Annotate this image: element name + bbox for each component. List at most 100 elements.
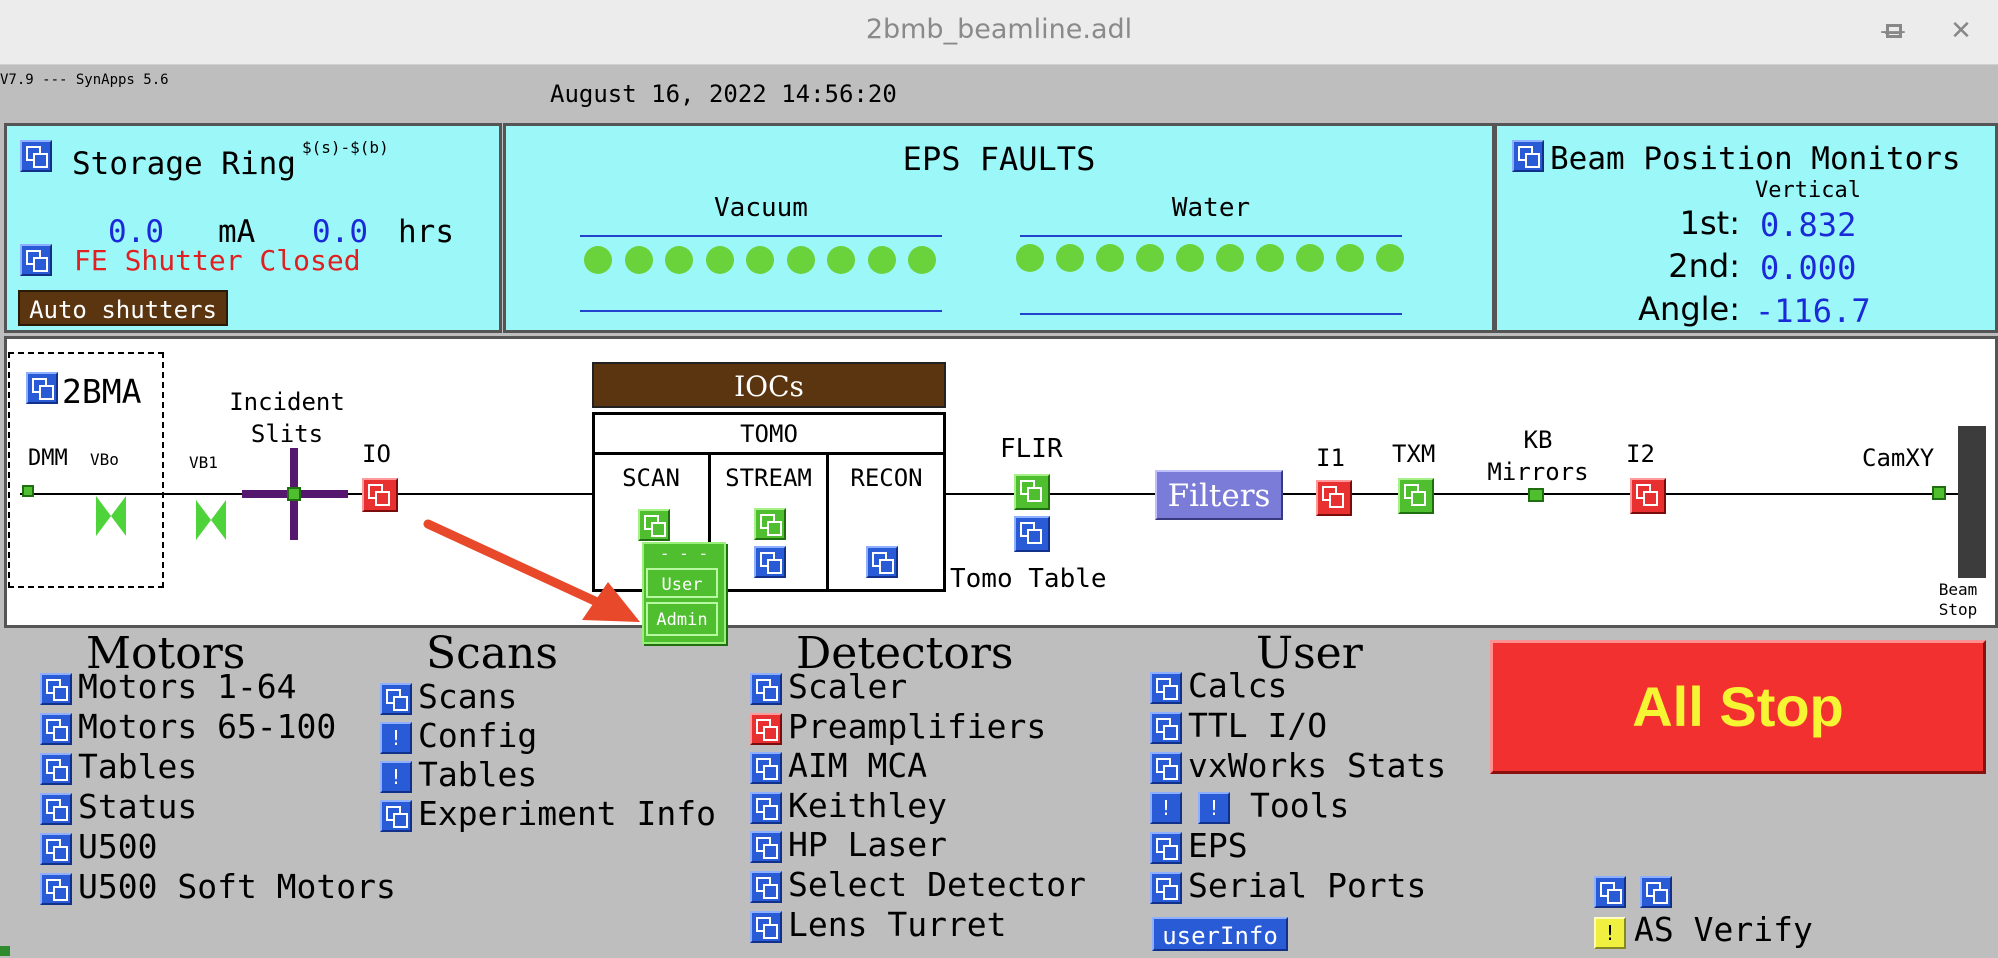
select-detector-related-display-icon[interactable] <box>750 871 782 903</box>
scaler-related-display-icon[interactable] <box>750 673 782 705</box>
vacuum-bottom-line <box>580 310 942 312</box>
scans-header: Scans <box>426 628 558 679</box>
vb1-label: VB1 <box>189 453 218 472</box>
popup-item-admin[interactable]: Admin <box>646 602 718 636</box>
station-2bma-related-display-icon[interactable] <box>26 372 58 404</box>
as-related-display-icon-2[interactable] <box>1640 876 1672 908</box>
beam-stop-line2: Stop <box>1938 600 1978 619</box>
dmm-device[interactable] <box>22 485 34 497</box>
experiment-info-related-display-icon[interactable] <box>380 800 412 832</box>
detectors-menu-item-keithley[interactable]: Keithley <box>788 786 947 825</box>
water-status-led <box>1016 244 1044 272</box>
motors-menu-item-status[interactable]: Status <box>78 787 197 826</box>
iocs-header[interactable]: IOCs <box>592 362 946 408</box>
motors-menu-item-motors-1-64[interactable]: Motors 1-64 <box>78 667 297 706</box>
vb0-valve-icon[interactable] <box>96 496 126 536</box>
tomo-table-related-display-icon[interactable] <box>1014 516 1050 552</box>
window-maximize-icon[interactable] <box>1886 24 1902 38</box>
motors-menu-item-motors-65-100[interactable]: Motors 65-100 <box>78 707 336 746</box>
popup-item-user[interactable]: User <box>646 568 718 598</box>
slits-center[interactable] <box>287 487 301 501</box>
motors-menu-item-tables[interactable]: Tables <box>78 747 197 786</box>
vacuum-status-led <box>786 246 815 274</box>
bpm-value-2nd: 0.000 <box>1760 249 1857 287</box>
kb-mirrors-device[interactable] <box>1528 488 1544 502</box>
vacuum-status-led <box>584 246 612 274</box>
user-menu-item-vxworks-stats[interactable]: vxWorks Stats <box>1188 746 1446 785</box>
motors-menu-item-u500[interactable]: U500 <box>78 827 157 866</box>
scan-label: SCAN <box>622 464 680 492</box>
detectors-menu-item-hp-laser[interactable]: HP Laser <box>788 825 947 864</box>
userinfo-button[interactable]: userInfo <box>1152 917 1288 951</box>
bpm-label-2nd: 2nd: <box>1668 247 1740 285</box>
detectors-menu-item-aim-mca[interactable]: AIM MCA <box>788 746 927 785</box>
serial-ports-related-display-icon[interactable] <box>1150 872 1182 904</box>
beam-stop-block <box>1958 426 1986 578</box>
keithley-related-display-icon[interactable] <box>750 792 782 824</box>
motors-65-100-related-display-icon[interactable] <box>40 713 72 745</box>
i2-label: I2 <box>1626 440 1655 468</box>
eps-vacuum-label: Vacuum <box>714 193 808 223</box>
detectors-menu-item-select-detector[interactable]: Select Detector <box>788 865 1086 904</box>
version-label: V7.9 --- SynApps 5.6 <box>0 72 169 88</box>
filters-button[interactable]: Filters <box>1155 470 1283 520</box>
lens-turret-related-display-icon[interactable] <box>750 911 782 943</box>
water-status-led <box>1216 244 1244 272</box>
storage-ring-related-display-icon[interactable] <box>20 140 52 172</box>
window-close-icon[interactable]: ✕ <box>1944 14 1978 48</box>
all-stop-button[interactable]: All Stop <box>1490 640 1986 774</box>
detectors-menu-item-scaler[interactable]: Scaler <box>788 667 907 706</box>
storage-ring-title: Storage Ring <box>72 146 296 182</box>
flir-label: FLIR <box>1000 434 1063 464</box>
eps-related-display-icon[interactable] <box>1150 832 1182 864</box>
vb1-valve-icon[interactable] <box>196 500 226 540</box>
motors-menu-item-u500-soft-motors[interactable]: U500 Soft Motors <box>78 867 396 906</box>
bpm-related-display-icon[interactable] <box>1512 140 1544 172</box>
i0-related-display-icon[interactable] <box>362 478 398 512</box>
ttl-i-o-related-display-icon[interactable] <box>1150 712 1182 744</box>
as-verify-shell-command-icon[interactable]: ! <box>1594 917 1626 949</box>
stream-ioc-blue-related-display-icon[interactable] <box>754 546 786 578</box>
aim-mca-related-display-icon[interactable] <box>750 752 782 784</box>
motors-1-64-related-display-icon[interactable] <box>40 673 72 705</box>
flir-related-display-icon[interactable] <box>1014 474 1050 510</box>
user-menu-item-eps[interactable]: EPS <box>1188 826 1248 865</box>
user-menu-item-tools[interactable]: Tools <box>1250 786 1349 825</box>
hp-laser-related-display-icon[interactable] <box>750 831 782 863</box>
as-related-display-icon-1[interactable] <box>1594 876 1626 908</box>
scans-menu-item-config[interactable]: Config <box>418 716 537 755</box>
kb-mirrors-line2: Mirrors <box>1487 458 1589 486</box>
i1-related-display-icon[interactable] <box>1316 480 1352 516</box>
status-related-display-icon[interactable] <box>40 793 72 825</box>
i2-related-display-icon[interactable] <box>1630 478 1666 514</box>
detectors-menu-item-lens-turret[interactable]: Lens Turret <box>788 905 1007 944</box>
camxy-device[interactable] <box>1932 486 1946 500</box>
water-status-led <box>1056 244 1084 272</box>
beam-stop-line1: Beam <box>1938 580 1978 599</box>
fe-shutter-related-display-icon[interactable] <box>20 244 52 276</box>
scans-related-display-icon[interactable] <box>380 683 412 715</box>
u500-soft-motors-related-display-icon[interactable] <box>40 873 72 905</box>
user-menu-item-calcs[interactable]: Calcs <box>1188 666 1287 705</box>
tools-shell-command-icon[interactable]: ! <box>1150 792 1182 824</box>
scans-menu-item-scans[interactable]: Scans <box>418 677 517 716</box>
scans-menu-item-tables[interactable]: Tables <box>418 755 537 794</box>
recon-ioc-related-display-icon[interactable] <box>866 546 898 578</box>
water-status-led <box>1336 244 1364 272</box>
u500-related-display-icon[interactable] <box>40 833 72 865</box>
calcs-related-display-icon[interactable] <box>1150 672 1182 704</box>
tables-shell-command-icon[interactable]: ! <box>380 761 412 793</box>
tools-shell-command-icon-2[interactable]: ! <box>1198 792 1230 824</box>
preamplifiers-related-display-icon[interactable] <box>750 713 782 745</box>
scans-menu-item-experiment-info[interactable]: Experiment Info <box>418 794 716 833</box>
stream-ioc-green-related-display-icon[interactable] <box>754 508 786 540</box>
vxworks-stats-related-display-icon[interactable] <box>1150 752 1182 784</box>
config-shell-command-icon[interactable]: ! <box>380 722 412 754</box>
tables-related-display-icon[interactable] <box>40 753 72 785</box>
auto-shutters-button[interactable]: Auto shutters <box>18 290 228 326</box>
detectors-menu-item-preamplifiers[interactable]: Preamplifiers <box>788 707 1046 746</box>
user-menu-item-serial-ports[interactable]: Serial Ports <box>1188 866 1426 905</box>
user-menu-item-ttl-i-o[interactable]: TTL I/O <box>1188 706 1327 745</box>
txm-related-display-icon[interactable] <box>1398 478 1434 514</box>
incident-slits-line2: Slits <box>250 420 324 448</box>
